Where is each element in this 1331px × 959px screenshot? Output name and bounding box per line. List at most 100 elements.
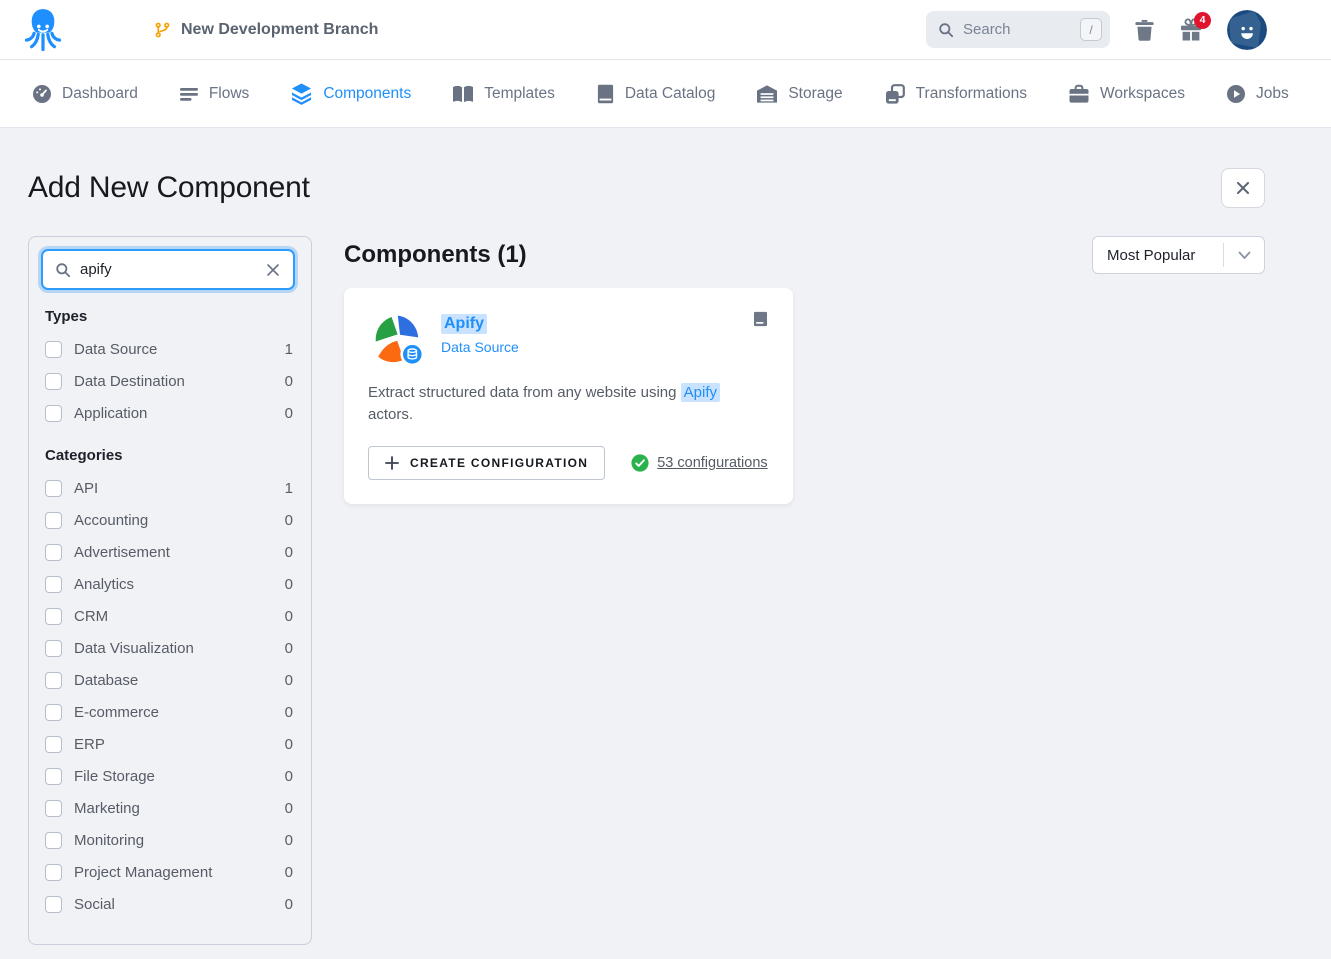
filter-count: 0 [285,405,293,422]
global-search[interactable]: / [926,11,1110,48]
create-configuration-button[interactable]: CREATE CONFIGURATION [368,446,605,480]
workspaces-icon [1068,84,1090,104]
nav-label: Jobs [1256,85,1289,103]
nav-label: Transformations [916,85,1027,103]
filter-count: 0 [285,896,293,913]
description-text: Extract structured data from any website… [368,384,681,401]
jobs-icon [1226,84,1246,104]
results-heading: Components (1) [344,241,527,269]
plus-icon [385,456,399,470]
filter-row-crm[interactable]: CRM 0 [41,600,295,632]
filter-search-input[interactable] [80,261,256,278]
search-icon [55,262,71,278]
filter-row-project-management[interactable]: Project Management 0 [41,856,295,888]
configurations-link[interactable]: 53 configurations [657,455,767,471]
clear-icon [267,264,279,276]
checkbox-application[interactable] [45,405,62,422]
filter-label: Data Destination [74,373,273,390]
filter-count: 0 [285,768,293,785]
create-configuration-label: CREATE CONFIGURATION [410,456,588,470]
checkbox-monitoring[interactable] [45,832,62,849]
checkbox-marketing[interactable] [45,800,62,817]
checkbox-database[interactable] [45,672,62,689]
filter-label: Analytics [74,576,273,593]
nav-item-templates[interactable]: Templates [452,84,555,104]
checkbox-data-destination[interactable] [45,373,62,390]
nav-label: Workspaces [1100,85,1185,103]
filter-label: Application [74,405,273,422]
filter-label: Data Visualization [74,640,273,657]
nav-item-transformations[interactable]: Transformations [884,83,1027,105]
nav-item-jobs[interactable]: Jobs [1226,84,1289,104]
checkbox-file-storage[interactable] [45,768,62,785]
checkbox-accounting[interactable] [45,512,62,529]
top-header: New Development Branch / [0,0,1331,60]
nav-label: Components [323,85,411,103]
checkbox-social[interactable] [45,896,62,913]
dashboard-icon [32,84,52,104]
apify-logo [368,310,424,366]
global-search-input[interactable] [963,21,1071,38]
user-avatar[interactable] [1227,10,1267,50]
documentation-button[interactable] [752,310,769,330]
filter-row-marketing[interactable]: Marketing 0 [41,792,295,824]
filter-count: 0 [285,672,293,689]
nav-item-components[interactable]: Components [290,82,411,105]
filter-row-e-commerce[interactable]: E-commerce 0 [41,696,295,728]
nav-item-data-catalog[interactable]: Data Catalog [596,84,715,104]
filter-row-accounting[interactable]: Accounting 0 [41,504,295,536]
nav-item-dashboard[interactable]: Dashboard [32,84,138,104]
close-button[interactable] [1221,168,1265,208]
filter-row-monitoring[interactable]: Monitoring 0 [41,824,295,856]
checkbox-crm[interactable] [45,608,62,625]
nav-label: Data Catalog [625,85,715,103]
whats-new-button[interactable]: 4 [1179,18,1203,42]
filter-row-data-source[interactable]: Data Source 1 [41,333,295,365]
filter-count: 0 [285,544,293,561]
filter-row-erp[interactable]: ERP 0 [41,728,295,760]
page-title: Add New Component [28,171,310,205]
filter-row-database[interactable]: Database 0 [41,664,295,696]
checkbox-project-management[interactable] [45,864,62,881]
checkbox-advertisement[interactable] [45,544,62,561]
checkbox-data-visualization[interactable] [45,640,62,657]
filter-label: E-commerce [74,704,273,721]
filter-row-social[interactable]: Social 0 [41,888,295,920]
sort-dropdown[interactable]: Most Popular [1092,236,1265,274]
checkbox-e-commerce[interactable] [45,704,62,721]
filter-row-data-destination[interactable]: Data Destination 0 [41,365,295,397]
trash-button[interactable] [1134,18,1155,42]
component-title-link[interactable]: Apify [441,314,487,334]
filter-row-analytics[interactable]: Analytics 0 [41,568,295,600]
filter-count: 0 [285,576,293,593]
nav-label: Templates [484,85,555,103]
description-highlight: Apify [681,383,720,402]
checkbox-data-source[interactable] [45,341,62,358]
filter-search[interactable] [41,249,295,290]
clear-search-button[interactable] [265,262,281,278]
sort-selected-value: Most Popular [1093,247,1223,264]
nav-item-workspaces[interactable]: Workspaces [1068,84,1185,104]
filter-section-heading: Types [45,308,291,325]
checkbox-erp[interactable] [45,736,62,753]
filter-count: 0 [285,864,293,881]
filter-row-application[interactable]: Application 0 [41,397,295,429]
flows-icon [179,84,199,104]
keboola-octopus-logo[interactable] [24,7,62,53]
nav-label: Flows [209,85,249,103]
filter-row-advertisement[interactable]: Advertisement 0 [41,536,295,568]
nav-label: Dashboard [62,85,138,103]
filter-row-file-storage[interactable]: File Storage 0 [41,760,295,792]
filter-row-data-visualization[interactable]: Data Visualization 0 [41,632,295,664]
checkbox-api[interactable] [45,480,62,497]
nav-item-flows[interactable]: Flows [179,84,249,104]
branch-selector[interactable]: New Development Branch [154,21,378,39]
filter-count: 0 [285,800,293,817]
filter-label: Data Source [74,341,273,358]
filter-label: Accounting [74,512,273,529]
filter-label: Advertisement [74,544,273,561]
nav-item-storage[interactable]: Storage [756,84,842,104]
main-navigation: Dashboard Flows Components Templates [0,60,1331,128]
checkbox-analytics[interactable] [45,576,62,593]
filter-row-api[interactable]: API 1 [41,472,295,504]
